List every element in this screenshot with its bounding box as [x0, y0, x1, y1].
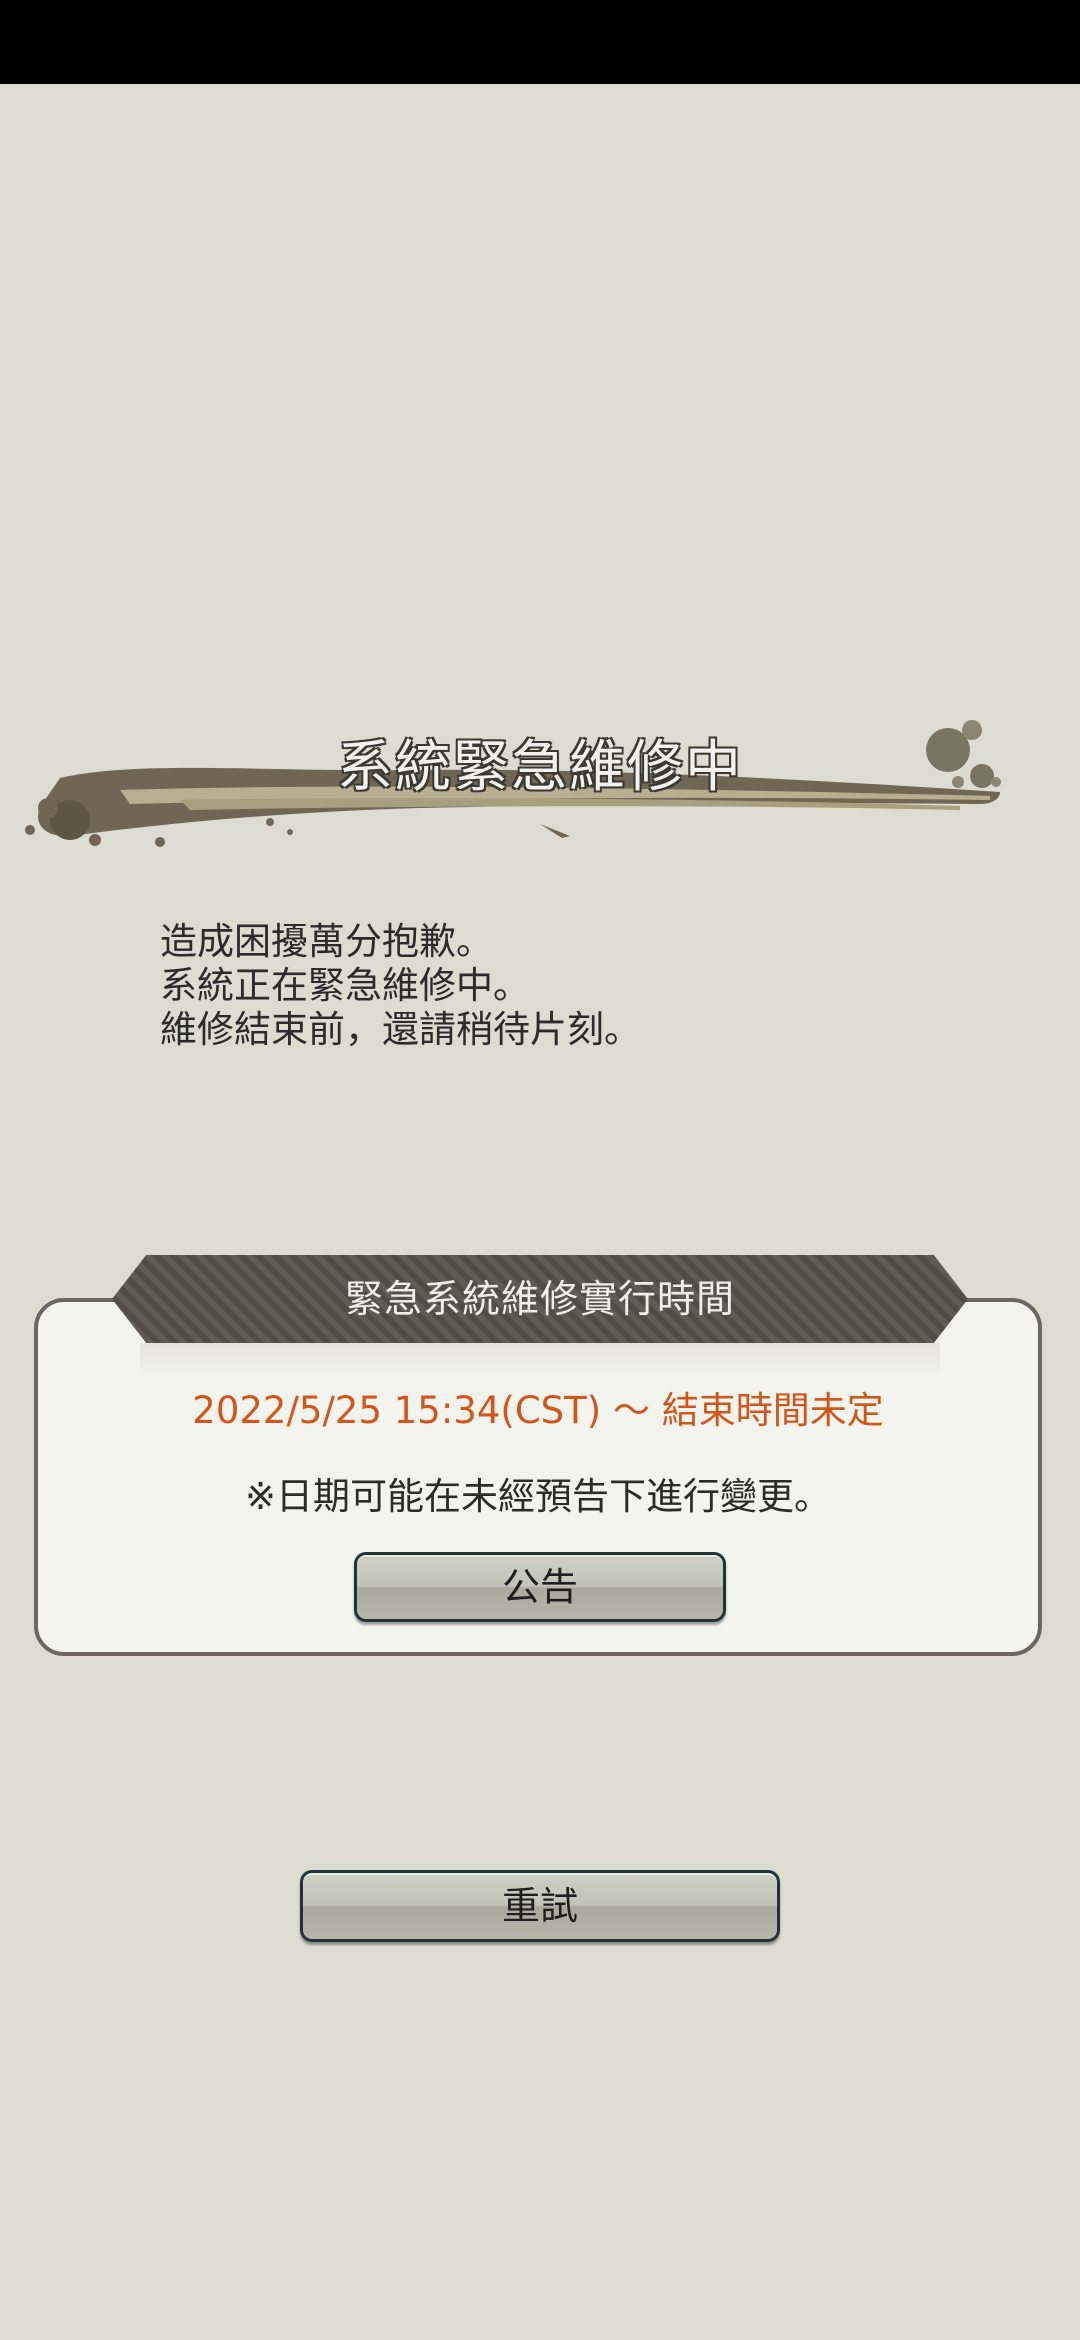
maintenance-title: 系統緊急維修中	[336, 734, 743, 801]
schedule-panel-header-shadow	[140, 1343, 940, 1379]
maintenance-message: 造成困擾萬分抱歉。 系統正在緊急維修中。 維修結束前，還請稍待片刻。	[160, 920, 980, 1052]
status-bar	[0, 0, 1080, 84]
schedule-change-note: ※日期可能在未經預告下進行變更。	[244, 1475, 831, 1518]
message-line: 造成困擾萬分抱歉。	[160, 920, 493, 963]
notice-button[interactable]: 公告	[354, 1552, 726, 1622]
message-line: 系統正在緊急維修中。	[160, 964, 530, 1007]
message-line: 維修結束前，還請稍待片刻。	[160, 1008, 641, 1051]
retry-button[interactable]: 重試	[300, 1870, 780, 1942]
maintenance-schedule-text: 2022/5/25 15:34(CST) ～ 結束時間未定	[192, 1389, 884, 1432]
schedule-panel-title: 緊急系統維修實行時間	[344, 1277, 735, 1321]
title-banner: 系統緊急維修中	[0, 700, 1080, 860]
